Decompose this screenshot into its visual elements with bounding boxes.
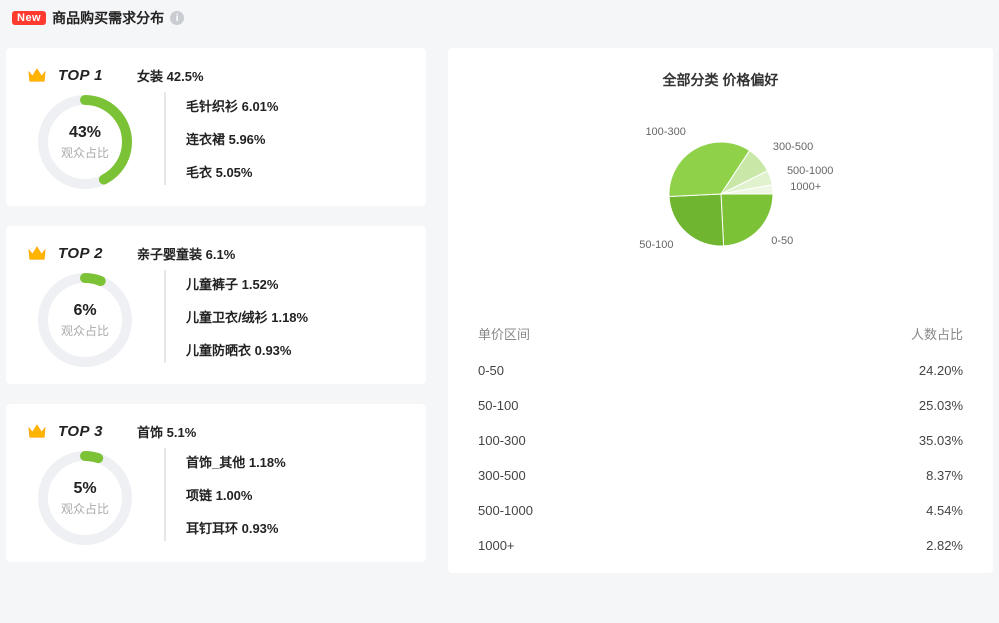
section-header: New 商品购买需求分布 i bbox=[6, 8, 993, 28]
pie-slice-label: 0-50 bbox=[771, 235, 793, 247]
share-cell: 8.37% bbox=[926, 468, 963, 483]
pie-slice-label: 1000+ bbox=[790, 181, 821, 193]
range-cell: 300-500 bbox=[478, 468, 526, 483]
subcategory-item: 首饰_其他 1.18% bbox=[186, 452, 406, 471]
range-cell: 500-1000 bbox=[478, 503, 533, 518]
donut-sublabel: 观众占比 bbox=[61, 322, 109, 339]
subcategory-item: 毛衣 5.05% bbox=[186, 162, 406, 181]
pie-slice-label: 100-300 bbox=[645, 126, 685, 138]
subcategory-list: 毛针织衫 6.01% 连衣裙 5.96% 毛衣 5.05% bbox=[164, 92, 406, 185]
pie-slice-label: 500-1000 bbox=[787, 165, 834, 177]
table-row: 0-50 24.20% bbox=[476, 353, 965, 388]
share-cell: 35.03% bbox=[919, 433, 963, 448]
rank-label: TOP 3 bbox=[58, 423, 103, 440]
donut-percent: 5% bbox=[73, 480, 96, 498]
crown-icon bbox=[26, 64, 48, 86]
subcategory-item: 儿童裤子 1.52% bbox=[186, 274, 406, 293]
range-cell: 100-300 bbox=[478, 433, 526, 448]
share-cell: 25.03% bbox=[919, 398, 963, 413]
subcategory-item: 儿童卫衣/绒衫 1.18% bbox=[186, 307, 406, 326]
rank-label: TOP 2 bbox=[58, 245, 103, 262]
category-title: 亲子婴童装 6.1% bbox=[137, 244, 235, 263]
audience-donut: 6% 观众占比 bbox=[35, 270, 135, 370]
price-preference-panel: 全部分类 价格偏好 0-50 50-100 100-300 300-500 500-10… bbox=[448, 48, 993, 573]
category-title: 首饰 5.1% bbox=[137, 422, 196, 441]
crown-icon bbox=[26, 420, 48, 442]
share-cell: 24.20% bbox=[919, 363, 963, 378]
donut-percent: 6% bbox=[73, 302, 96, 320]
table-row: 100-300 35.03% bbox=[476, 423, 965, 458]
audience-donut: 43% 观众占比 bbox=[35, 92, 135, 192]
audience-donut: 5% 观众占比 bbox=[35, 448, 135, 548]
subcategory-list: 儿童裤子 1.52% 儿童卫衣/绒衫 1.18% 儿童防晒衣 0.93% bbox=[164, 270, 406, 363]
subcategory-item: 耳钉耳环 0.93% bbox=[186, 518, 406, 537]
crown-icon bbox=[26, 242, 48, 264]
top-category-card: TOP 2 亲子婴童装 6.1% 6% 观众占比 儿童裤子 1.52% 儿童卫衣/… bbox=[6, 226, 426, 384]
rank-label: TOP 1 bbox=[58, 67, 103, 84]
pie-slice-label: 50-100 bbox=[639, 239, 673, 251]
table-row: 300-500 8.37% bbox=[476, 458, 965, 493]
col-share: 人数占比 bbox=[911, 324, 963, 343]
table-row: 1000+ 2.82% bbox=[476, 528, 965, 563]
section-title: 商品购买需求分布 bbox=[52, 8, 164, 28]
range-cell: 50-100 bbox=[478, 398, 518, 413]
top-category-card: TOP 3 首饰 5.1% 5% 观众占比 首饰_其他 1.18% 项链 1.00… bbox=[6, 404, 426, 562]
price-table: 单价区间 人数占比 0-50 24.20% 50-100 25.03% 100-300 3… bbox=[476, 314, 965, 563]
subcategory-list: 首饰_其他 1.18% 项链 1.00% 耳钉耳环 0.93% bbox=[164, 448, 406, 541]
subcategory-item: 连衣裙 5.96% bbox=[186, 129, 406, 148]
subcategory-item: 项链 1.00% bbox=[186, 485, 406, 504]
donut-sublabel: 观众占比 bbox=[61, 500, 109, 517]
range-cell: 1000+ bbox=[478, 538, 515, 553]
pie-slice-label: 300-500 bbox=[773, 141, 813, 153]
donut-percent: 43% bbox=[69, 124, 101, 142]
subcategory-item: 儿童防晒衣 0.93% bbox=[186, 340, 406, 359]
pie-title: 全部分类 价格偏好 bbox=[476, 70, 965, 90]
price-pie-chart: 0-50 50-100 100-300 300-500 500-1000 1000+ bbox=[476, 104, 965, 284]
range-cell: 0-50 bbox=[478, 363, 504, 378]
category-title: 女装 42.5% bbox=[137, 66, 203, 85]
info-icon[interactable]: i bbox=[170, 11, 184, 25]
col-range: 单价区间 bbox=[478, 324, 530, 343]
new-badge: New bbox=[12, 11, 46, 25]
top-category-card: TOP 1 女装 42.5% 43% 观众占比 毛针织衫 6.01% 连衣裙 5.… bbox=[6, 48, 426, 206]
table-row: 500-1000 4.54% bbox=[476, 493, 965, 528]
table-row: 50-100 25.03% bbox=[476, 388, 965, 423]
share-cell: 2.82% bbox=[926, 538, 963, 553]
share-cell: 4.54% bbox=[926, 503, 963, 518]
donut-sublabel: 观众占比 bbox=[61, 144, 109, 161]
subcategory-item: 毛针织衫 6.01% bbox=[186, 96, 406, 115]
